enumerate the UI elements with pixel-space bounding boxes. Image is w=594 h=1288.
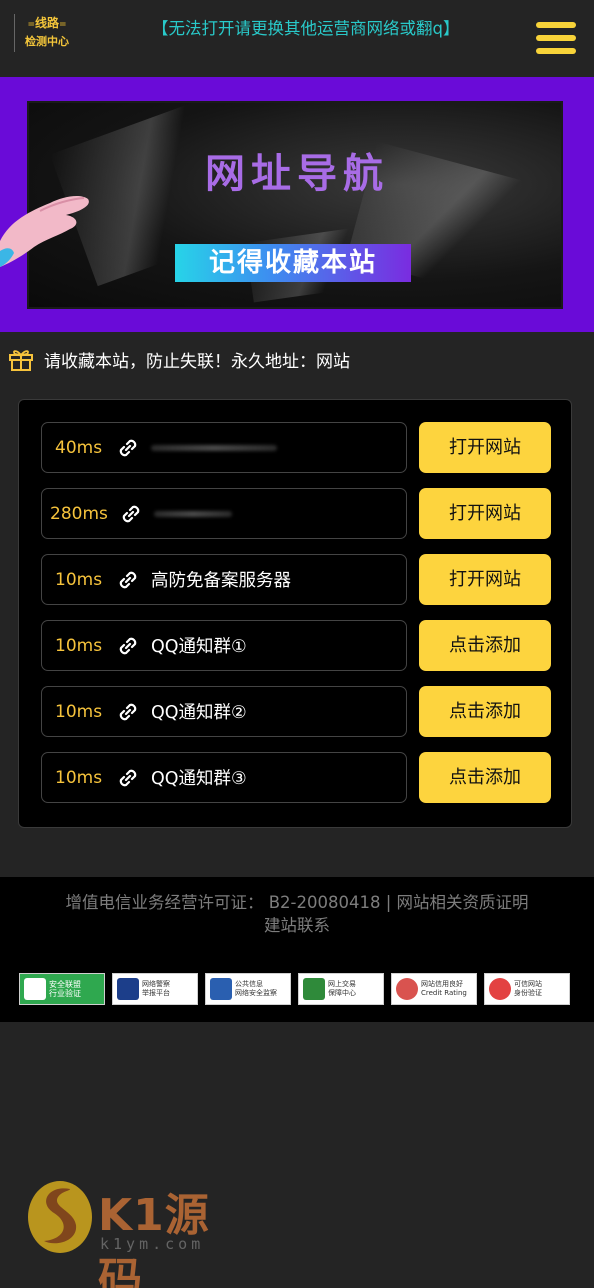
- trusted-icon: [489, 978, 511, 1000]
- site-link[interactable]: 10ms 高防免备案服务器: [41, 554, 407, 605]
- list-item: 10ms QQ通知群① 点击添加: [41, 620, 551, 671]
- add-group-button[interactable]: 点击添加: [419, 620, 551, 671]
- open-site-button[interactable]: 打开网站: [419, 488, 551, 539]
- link-icon: [119, 769, 137, 786]
- list-item: 10ms 高防免备案服务器 打开网站: [41, 554, 551, 605]
- logo[interactable]: =线路= 检测中心: [14, 14, 69, 52]
- link-icon: [119, 571, 137, 588]
- badge-trade-guarantee[interactable]: 网上交易 保障中心: [298, 973, 384, 1005]
- badge-credit-rating[interactable]: 网站信用良好 Credit Rating: [391, 973, 477, 1005]
- list-item: 10ms QQ通知群② 点击添加: [41, 686, 551, 737]
- license-number: B2-20080418: [268, 893, 381, 912]
- add-group-button[interactable]: 点击添加: [419, 752, 551, 803]
- pointing-hand-icon: [0, 196, 89, 267]
- add-group-button[interactable]: 点击添加: [419, 686, 551, 737]
- site-list: 40ms 打开网站 280ms 打开网站 10ms 高防免备案服务器 打开网站 …: [18, 399, 572, 828]
- badge-police[interactable]: 网络警察 举报平台: [112, 973, 198, 1005]
- site-link[interactable]: 10ms QQ通知群①: [41, 620, 407, 671]
- badge-network-security[interactable]: 公共信息 网络安全监察: [205, 973, 291, 1005]
- bookmark-notice: 请收藏本站，防止失联！永久地址：网站: [8, 346, 350, 372]
- banner: 网址导航 记得收藏本站: [0, 77, 594, 332]
- trade-icon: [303, 978, 325, 1000]
- latency-label: 10ms: [55, 701, 103, 722]
- list-item: 40ms 打开网站: [41, 422, 551, 473]
- logo-title: 线路: [34, 16, 59, 30]
- network-notice: 【无法打开请更换其他运营商网络或翻q】: [152, 19, 460, 38]
- badge-trusted-site[interactable]: 可信网站 身份验证: [484, 973, 570, 1005]
- police-icon: [117, 978, 139, 1000]
- bookmark-text: 请收藏本站，防止失联！永久地址：网站: [44, 351, 350, 372]
- link-icon: [119, 703, 137, 720]
- latency-label: 10ms: [55, 569, 103, 590]
- banner-image: 网址导航 记得收藏本站: [27, 101, 563, 309]
- watermark-brand: K1源码: [98, 1190, 210, 1288]
- watermark-domain: k1ym.com: [100, 1235, 205, 1253]
- hamburger-menu-icon[interactable]: [536, 22, 576, 56]
- separator: |: [385, 893, 392, 912]
- site-link[interactable]: 280ms: [41, 488, 407, 539]
- shield-check-icon: [24, 978, 46, 1000]
- site-link[interactable]: 40ms: [41, 422, 407, 473]
- trust-badges: 安全联盟 行业验证 网络警察 举报平台 公共信息 网络安全监察 网上交易 保障中心 网站…: [19, 973, 577, 1005]
- security-icon: [210, 978, 232, 1000]
- latency-label: 10ms: [55, 635, 103, 656]
- site-name: QQ通知群③: [151, 769, 247, 789]
- logo-subtitle: 检测中心: [25, 35, 69, 48]
- open-site-button[interactable]: 打开网站: [419, 554, 551, 605]
- license-info: 增值电信业务经营许可证： B2-20080418 | 网站相关资质证明 建站联系: [0, 891, 594, 937]
- site-name: QQ通知群②: [151, 703, 247, 723]
- redacted-site-name: [151, 444, 277, 451]
- contact-link[interactable]: 建站联系: [264, 916, 330, 935]
- latency-label: 40ms: [55, 437, 103, 458]
- site-link[interactable]: 10ms QQ通知群③: [41, 752, 407, 803]
- link-icon: [119, 637, 137, 654]
- site-name: QQ通知群①: [151, 637, 247, 657]
- gift-icon: [9, 350, 33, 371]
- badge-security-alliance[interactable]: 安全联盟 行业验证: [19, 973, 105, 1005]
- latency-label: 280ms: [50, 503, 108, 524]
- watermark: K1源码 k1ym.com: [26, 1175, 236, 1288]
- site-link[interactable]: 10ms QQ通知群②: [41, 686, 407, 737]
- license-label: 增值电信业务经营许可证：: [65, 893, 264, 912]
- latency-label: 10ms: [55, 767, 103, 788]
- credit-icon: [396, 978, 418, 1000]
- header: =线路= 检测中心 【无法打开请更换其他运营商网络或翻q】: [0, 0, 594, 77]
- qualification-link[interactable]: 网站相关资质证明: [397, 893, 529, 912]
- banner-subtitle: 记得收藏本站: [175, 244, 411, 282]
- banner-title: 网址导航: [205, 150, 389, 197]
- link-icon: [119, 439, 137, 456]
- list-item: 10ms QQ通知群③ 点击添加: [41, 752, 551, 803]
- watermark-logo-icon: [28, 1181, 92, 1253]
- open-site-button[interactable]: 打开网站: [419, 422, 551, 473]
- footer: 增值电信业务经营许可证： B2-20080418 | 网站相关资质证明 建站联系…: [0, 877, 594, 1022]
- list-item: 280ms 打开网站: [41, 488, 551, 539]
- site-name: 高防免备案服务器: [151, 571, 291, 591]
- link-icon: [122, 505, 140, 522]
- redacted-site-name: [153, 510, 232, 517]
